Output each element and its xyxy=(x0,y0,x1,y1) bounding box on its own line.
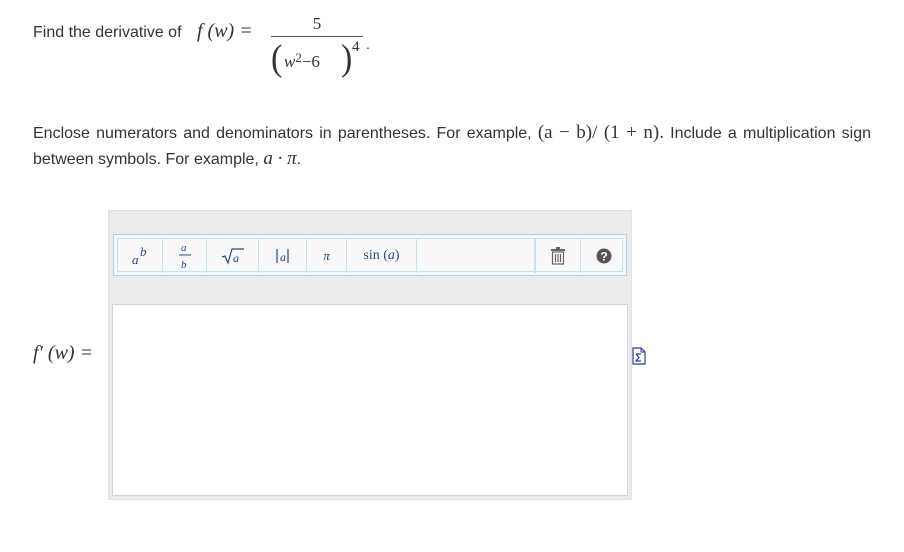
instructions-example1: (a − b)/ (1 + n). xyxy=(537,122,664,143)
svg-text:b: b xyxy=(140,245,147,259)
fraction-icon: a b xyxy=(178,242,191,271)
exponent-button[interactable]: a b xyxy=(118,239,163,273)
answer-label: f′ (w) = xyxy=(33,342,94,364)
denominator-base: w xyxy=(284,52,296,71)
svg-text:a: a xyxy=(233,251,239,265)
pi-button[interactable]: π xyxy=(307,239,347,273)
math-toolbar: a b a b a a π sin (a) ? xyxy=(113,234,627,276)
math-editor: a b a b a a π sin (a) ? xyxy=(108,210,632,500)
denominator-inner-exponent: 2 xyxy=(295,50,302,65)
toolbar-spacer xyxy=(417,239,535,273)
question-period: . xyxy=(366,36,370,52)
denominator-outer-exponent: 4 xyxy=(352,39,360,55)
sqrt-button[interactable]: a xyxy=(207,239,259,273)
question-prompt: Find the derivative of xyxy=(33,24,182,41)
instructions-part1: Enclose numerators and denominators in p… xyxy=(33,125,538,142)
instructions: Enclose numerators and denominators in p… xyxy=(33,120,871,172)
pi-icon: π xyxy=(323,248,330,263)
svg-text:a: a xyxy=(132,252,139,267)
fraction-numerator: 5 xyxy=(312,14,322,33)
svg-text:a: a xyxy=(181,242,187,254)
trash-button[interactable] xyxy=(535,239,581,273)
fraction-denominator: ( w2−6 ) 4 xyxy=(271,38,360,79)
exponent-icon: a b xyxy=(132,245,147,267)
svg-text:?: ? xyxy=(600,250,607,264)
trash-icon xyxy=(551,247,565,265)
sin-icon: sin (a) xyxy=(363,248,400,263)
help-button[interactable]: ? xyxy=(581,239,626,273)
svg-text:a: a xyxy=(280,250,286,264)
help-icon: ? xyxy=(596,248,611,264)
sqrt-icon: a xyxy=(221,248,244,265)
abs-button[interactable]: a xyxy=(259,239,307,273)
preview-icon[interactable] xyxy=(632,347,646,365)
question-fraction: 5 ( w2−6 ) 4 xyxy=(271,14,363,77)
denominator-rest: −6 xyxy=(301,52,320,71)
svg-text:b: b xyxy=(181,259,187,271)
sin-button[interactable]: sin (a) xyxy=(347,239,417,273)
abs-icon: a xyxy=(275,249,289,264)
instructions-part3: . xyxy=(296,151,302,168)
fraction-bar xyxy=(271,36,363,37)
instructions-example2: a · π xyxy=(263,148,297,169)
answer-input[interactable] xyxy=(112,304,628,496)
function-lhs: f (w) = xyxy=(197,20,253,42)
fraction-button[interactable]: a b xyxy=(163,239,207,273)
